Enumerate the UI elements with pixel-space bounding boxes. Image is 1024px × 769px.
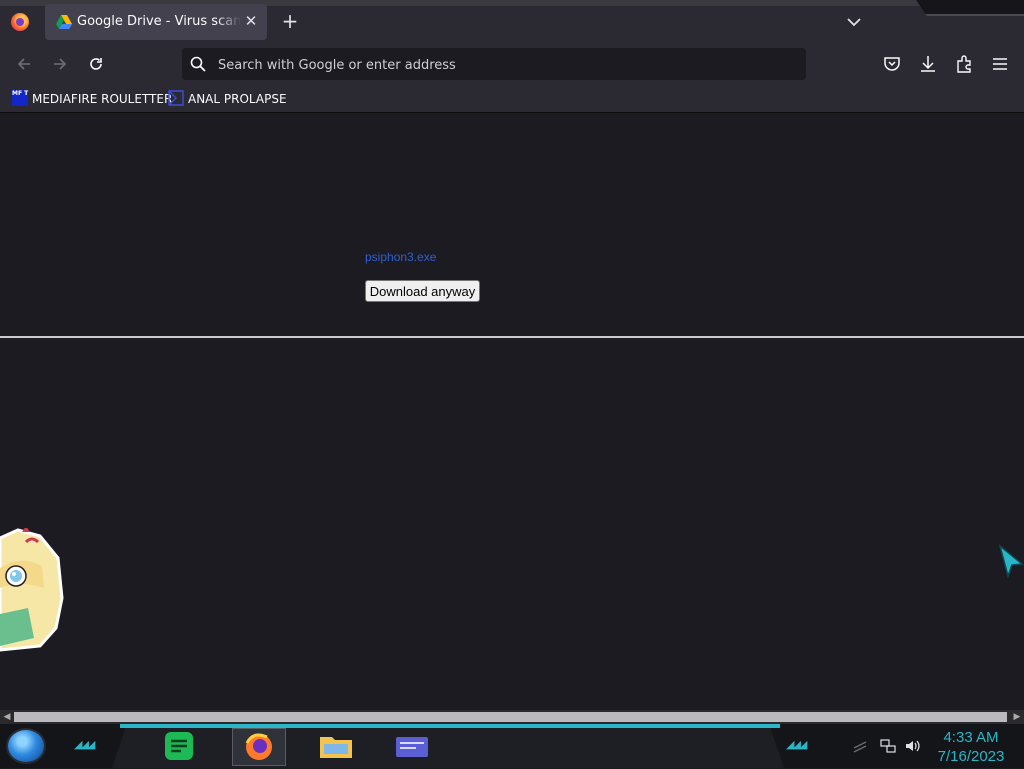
mediafire-favicon-icon: MF T [12, 90, 28, 106]
taskbar-app-firefox[interactable] [232, 728, 286, 766]
tab-strip: Google Drive - Virus scan warning ✕ + [0, 0, 1024, 44]
decor-chevrons-icon: ◢◢◢ [74, 738, 95, 751]
file-explorer-icon [320, 737, 352, 758]
scrollbar-thumb[interactable] [14, 712, 1007, 722]
system-clock[interactable]: 4:33 AM 7/16/2023 [930, 728, 1012, 766]
taskbar-app-file-explorer[interactable] [310, 728, 362, 764]
horizontal-scrollbar[interactable]: ◀ ▶ [0, 710, 1024, 724]
spotify-icon [165, 732, 193, 760]
firefox-icon [245, 733, 272, 760]
list-all-tabs-chevron-icon[interactable] [844, 12, 864, 32]
back-arrow-icon[interactable] [14, 54, 34, 74]
reload-icon[interactable] [86, 54, 106, 74]
media-icon [396, 737, 428, 757]
start-button-orb-icon[interactable] [8, 730, 44, 762]
cartoon-character-sticker-image [0, 528, 64, 652]
google-drive-icon [56, 15, 72, 29]
taskbar-app-media[interactable] [386, 728, 438, 764]
download-anyway-button[interactable]: Download anyway [365, 280, 480, 302]
address-bar[interactable] [182, 48, 806, 80]
forward-arrow-icon[interactable] [50, 54, 70, 74]
tray-overflow-icon[interactable] [852, 738, 868, 754]
bookmark-favicon-icon [168, 90, 184, 106]
page-content: psiphon3.exe Download anyway [0, 113, 1024, 710]
bookmark-2[interactable]: ANAL PROLAPSE [168, 90, 288, 108]
tab-google-drive[interactable]: Google Drive - Virus scan warning ✕ [45, 4, 267, 40]
taskbar: ◢◢◢ ◢◢◢ 4:33 AM 7/16/2023 [0, 724, 1024, 768]
horizontal-rule [0, 336, 1024, 338]
firefox-view-icon[interactable] [11, 13, 29, 31]
taskbar-accent-band [120, 724, 780, 728]
bookmark-label: ANAL PROLAPSE [188, 92, 287, 106]
volume-icon[interactable] [904, 738, 920, 754]
clock-time: 4:33 AM [943, 729, 999, 746]
bookmark-label: MEDIAFIRE ROULETTER [32, 92, 173, 106]
pocket-icon[interactable] [882, 54, 902, 74]
bookmarks-toolbar: MF T MEDIAFIRE ROULETTER ANAL PROLAPSE [0, 84, 1024, 113]
new-tab-button[interactable]: + [280, 11, 300, 31]
clock-date: 7/16/2023 [937, 748, 1005, 765]
window-decoration [916, 0, 1024, 16]
scroll-right-arrow-icon[interactable]: ▶ [1010, 710, 1024, 724]
taskbar-app-spotify[interactable] [154, 728, 206, 764]
taskbar-app-panel [112, 728, 784, 768]
downloads-icon[interactable] [918, 54, 938, 74]
scroll-left-arrow-icon[interactable]: ◀ [0, 710, 14, 724]
bookmark-mediafire-rouletter[interactable]: MF T MEDIAFIRE ROULETTER [12, 90, 172, 108]
mouse-cursor-icon [998, 544, 1024, 578]
url-input[interactable] [216, 52, 780, 78]
file-name-link[interactable]: psiphon3.exe [365, 250, 436, 264]
tab-close-icon[interactable]: ✕ [243, 13, 259, 29]
extensions-icon[interactable] [954, 54, 974, 74]
network-icon[interactable] [880, 738, 896, 754]
search-icon [190, 56, 206, 72]
app-menu-hamburger-icon[interactable] [990, 54, 1010, 74]
decor-chevrons-icon: ◢◢◢ [786, 738, 807, 751]
tab-title: Google Drive - Virus scan warning [77, 14, 241, 29]
navigation-toolbar [0, 44, 1024, 84]
